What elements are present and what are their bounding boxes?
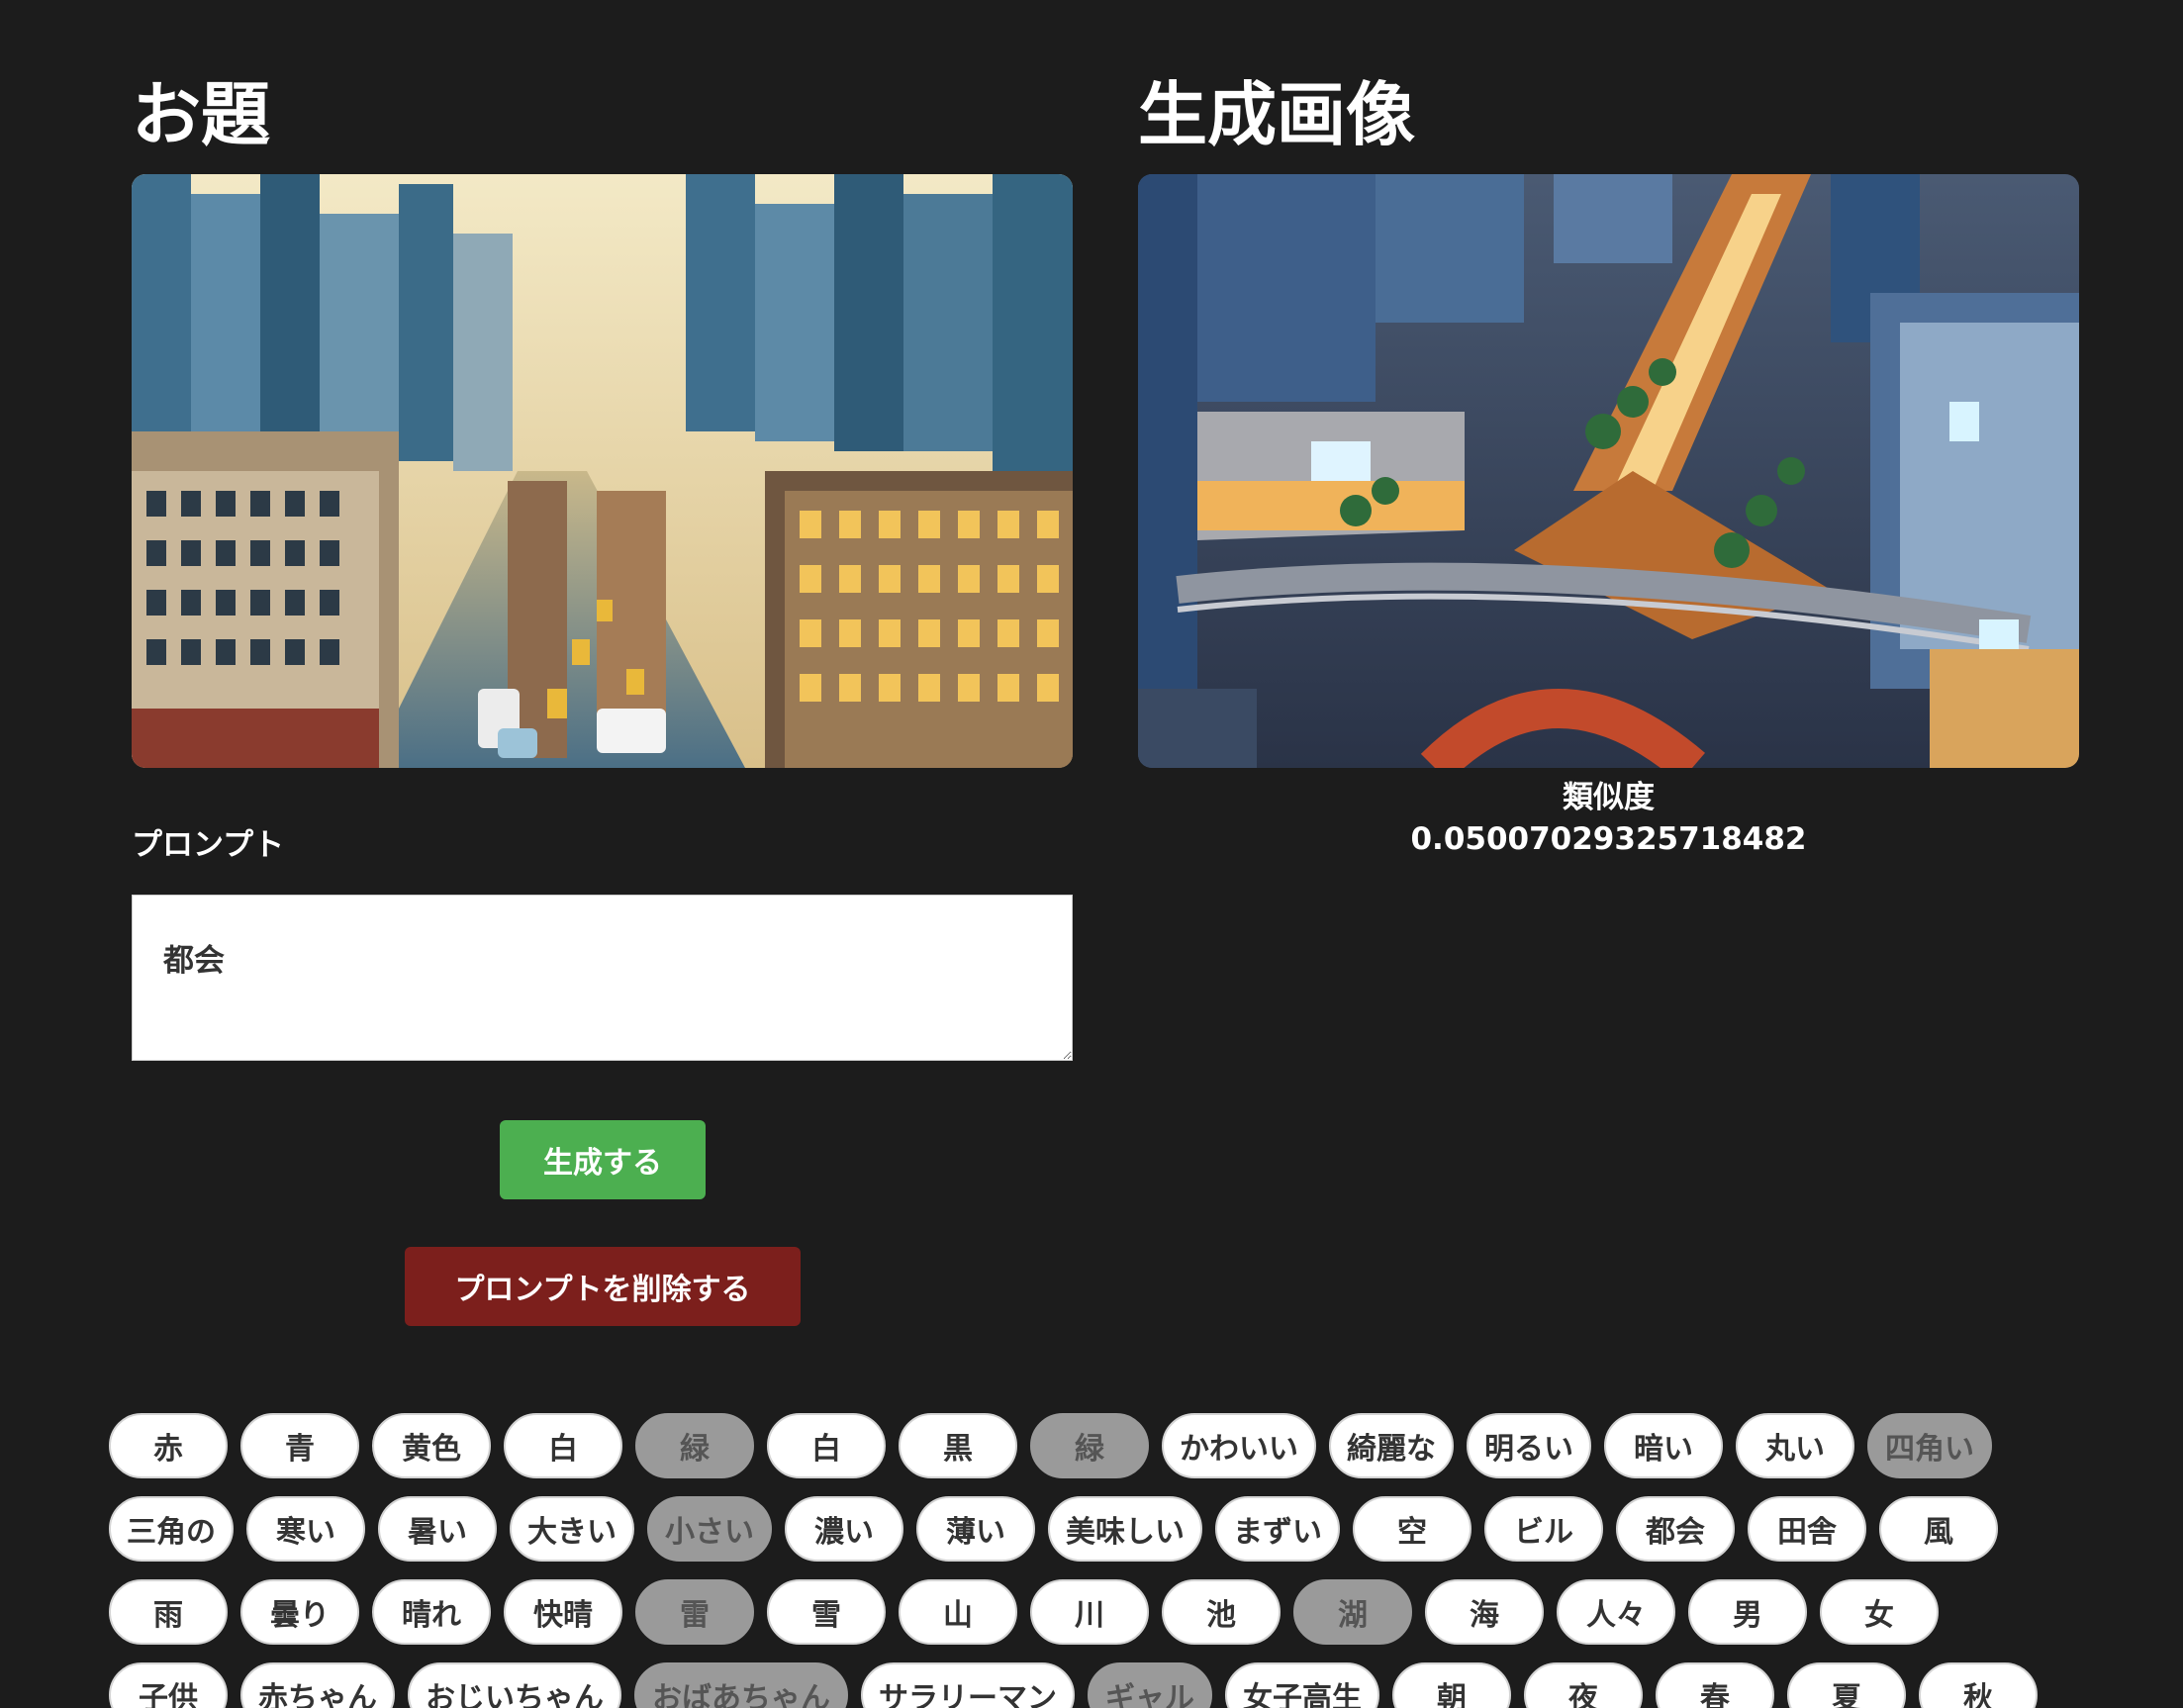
keyword-chip-selected[interactable]: 湖 [1293, 1579, 1412, 1645]
keyword-chip[interactable]: 雪 [767, 1579, 886, 1645]
keyword-row-2: 三角の 寒い 暑い 大きい 小さい 濃い 薄い 美味しい まずい 空 ビル 都会… [109, 1496, 1998, 1562]
keyword-chip[interactable]: 赤ちゃん [240, 1662, 395, 1708]
keyword-chip[interactable]: 男 [1688, 1579, 1807, 1645]
similarity-label: 類似度 [1563, 780, 1655, 815]
prompt-label: プロンプト [132, 827, 285, 863]
keyword-row-1: 赤 青 黄色 白 緑 白 黒 緑 かわいい 綺麗な 明るい 暗い 丸い 四角い [109, 1413, 1992, 1478]
keyword-chip[interactable]: 田舎 [1748, 1496, 1866, 1562]
keyword-chip[interactable]: 夜 [1524, 1662, 1643, 1708]
keyword-chip-selected[interactable]: 小さい [647, 1496, 772, 1562]
keyword-chip-selected[interactable]: 緑 [1030, 1413, 1149, 1478]
keyword-chip[interactable]: 明るい [1467, 1413, 1591, 1478]
keyword-chip[interactable]: 暑い [378, 1496, 497, 1562]
keyword-chip[interactable]: 綺麗な [1329, 1413, 1454, 1478]
keyword-chip[interactable]: 空 [1353, 1496, 1471, 1562]
generated-image-heading: 生成画像 [1138, 74, 1415, 155]
keyword-chip[interactable]: 夏 [1787, 1662, 1906, 1708]
keyword-chip[interactable]: 人々 [1557, 1579, 1675, 1645]
keyword-chip[interactable]: 美味しい [1048, 1496, 1202, 1562]
keyword-chip[interactable]: 風 [1879, 1496, 1998, 1562]
keyword-row-4: 子供 赤ちゃん おじいちゃん おばあちゃん サラリーマン ギャル 女子高生 朝 … [109, 1662, 2038, 1708]
prompt-input[interactable]: 都会 [132, 895, 1073, 1061]
keyword-chip[interactable]: 晴れ [372, 1579, 491, 1645]
keyword-chip[interactable]: 池 [1162, 1579, 1281, 1645]
keyword-chip[interactable]: 秋 [1919, 1662, 2038, 1708]
keyword-chip[interactable]: 青 [240, 1413, 359, 1478]
keyword-chip[interactable]: 丸い [1736, 1413, 1854, 1478]
keyword-chip[interactable]: サラリーマン [861, 1662, 1075, 1708]
keyword-chip-selected[interactable]: 雷 [635, 1579, 754, 1645]
keyword-chip-selected[interactable]: 緑 [635, 1413, 754, 1478]
keyword-chip[interactable]: 黒 [899, 1413, 1017, 1478]
generated-image [1138, 174, 2079, 768]
keyword-chip[interactable]: 快晴 [504, 1579, 622, 1645]
keyword-chip[interactable]: 海 [1425, 1579, 1544, 1645]
keyword-chip[interactable]: 大きい [510, 1496, 634, 1562]
keyword-chip[interactable]: 都会 [1616, 1496, 1735, 1562]
topic-image [132, 174, 1073, 768]
keyword-chip[interactable]: 三角の [109, 1496, 234, 1562]
keyword-chip-selected[interactable]: 四角い [1867, 1413, 1992, 1478]
delete-prompt-button[interactable]: プロンプトを削除する [405, 1247, 801, 1326]
keyword-chip[interactable]: 女子高生 [1225, 1662, 1379, 1708]
similarity-value: 0.05007029325718482 [1410, 821, 1807, 857]
keyword-chip[interactable]: かわいい [1162, 1413, 1316, 1478]
keyword-chip-selected[interactable]: おばあちゃん [634, 1662, 848, 1708]
keyword-chip[interactable]: 女 [1820, 1579, 1939, 1645]
keyword-chip[interactable]: 薄い [916, 1496, 1035, 1562]
keyword-chip[interactable]: 濃い [785, 1496, 903, 1562]
keyword-chip[interactable]: 暗い [1604, 1413, 1723, 1478]
keyword-chip[interactable]: 朝 [1392, 1662, 1511, 1708]
keyword-chip[interactable]: 川 [1030, 1579, 1149, 1645]
generate-button[interactable]: 生成する [500, 1120, 706, 1199]
topic-heading: お題 [132, 74, 270, 155]
keyword-chip[interactable]: 白 [504, 1413, 622, 1478]
keyword-chip[interactable]: 山 [899, 1579, 1017, 1645]
keyword-chip[interactable]: ビル [1484, 1496, 1603, 1562]
keyword-chip[interactable]: 春 [1656, 1662, 1774, 1708]
keyword-chip-selected[interactable]: ギャル [1088, 1662, 1212, 1708]
keyword-chip[interactable]: 曇り [240, 1579, 359, 1645]
keyword-chip[interactable]: 寒い [246, 1496, 365, 1562]
keyword-row-3: 雨 曇り 晴れ 快晴 雷 雪 山 川 池 湖 海 人々 男 女 [109, 1579, 1939, 1645]
keyword-chip[interactable]: おじいちゃん [408, 1662, 621, 1708]
keyword-chip[interactable]: まずい [1215, 1496, 1340, 1562]
keyword-chip[interactable]: 黄色 [372, 1413, 491, 1478]
keyword-chip[interactable]: 子供 [109, 1662, 228, 1708]
keyword-chip[interactable]: 赤 [109, 1413, 228, 1478]
keyword-chip[interactable]: 雨 [109, 1579, 228, 1645]
keyword-chip[interactable]: 白 [767, 1413, 886, 1478]
